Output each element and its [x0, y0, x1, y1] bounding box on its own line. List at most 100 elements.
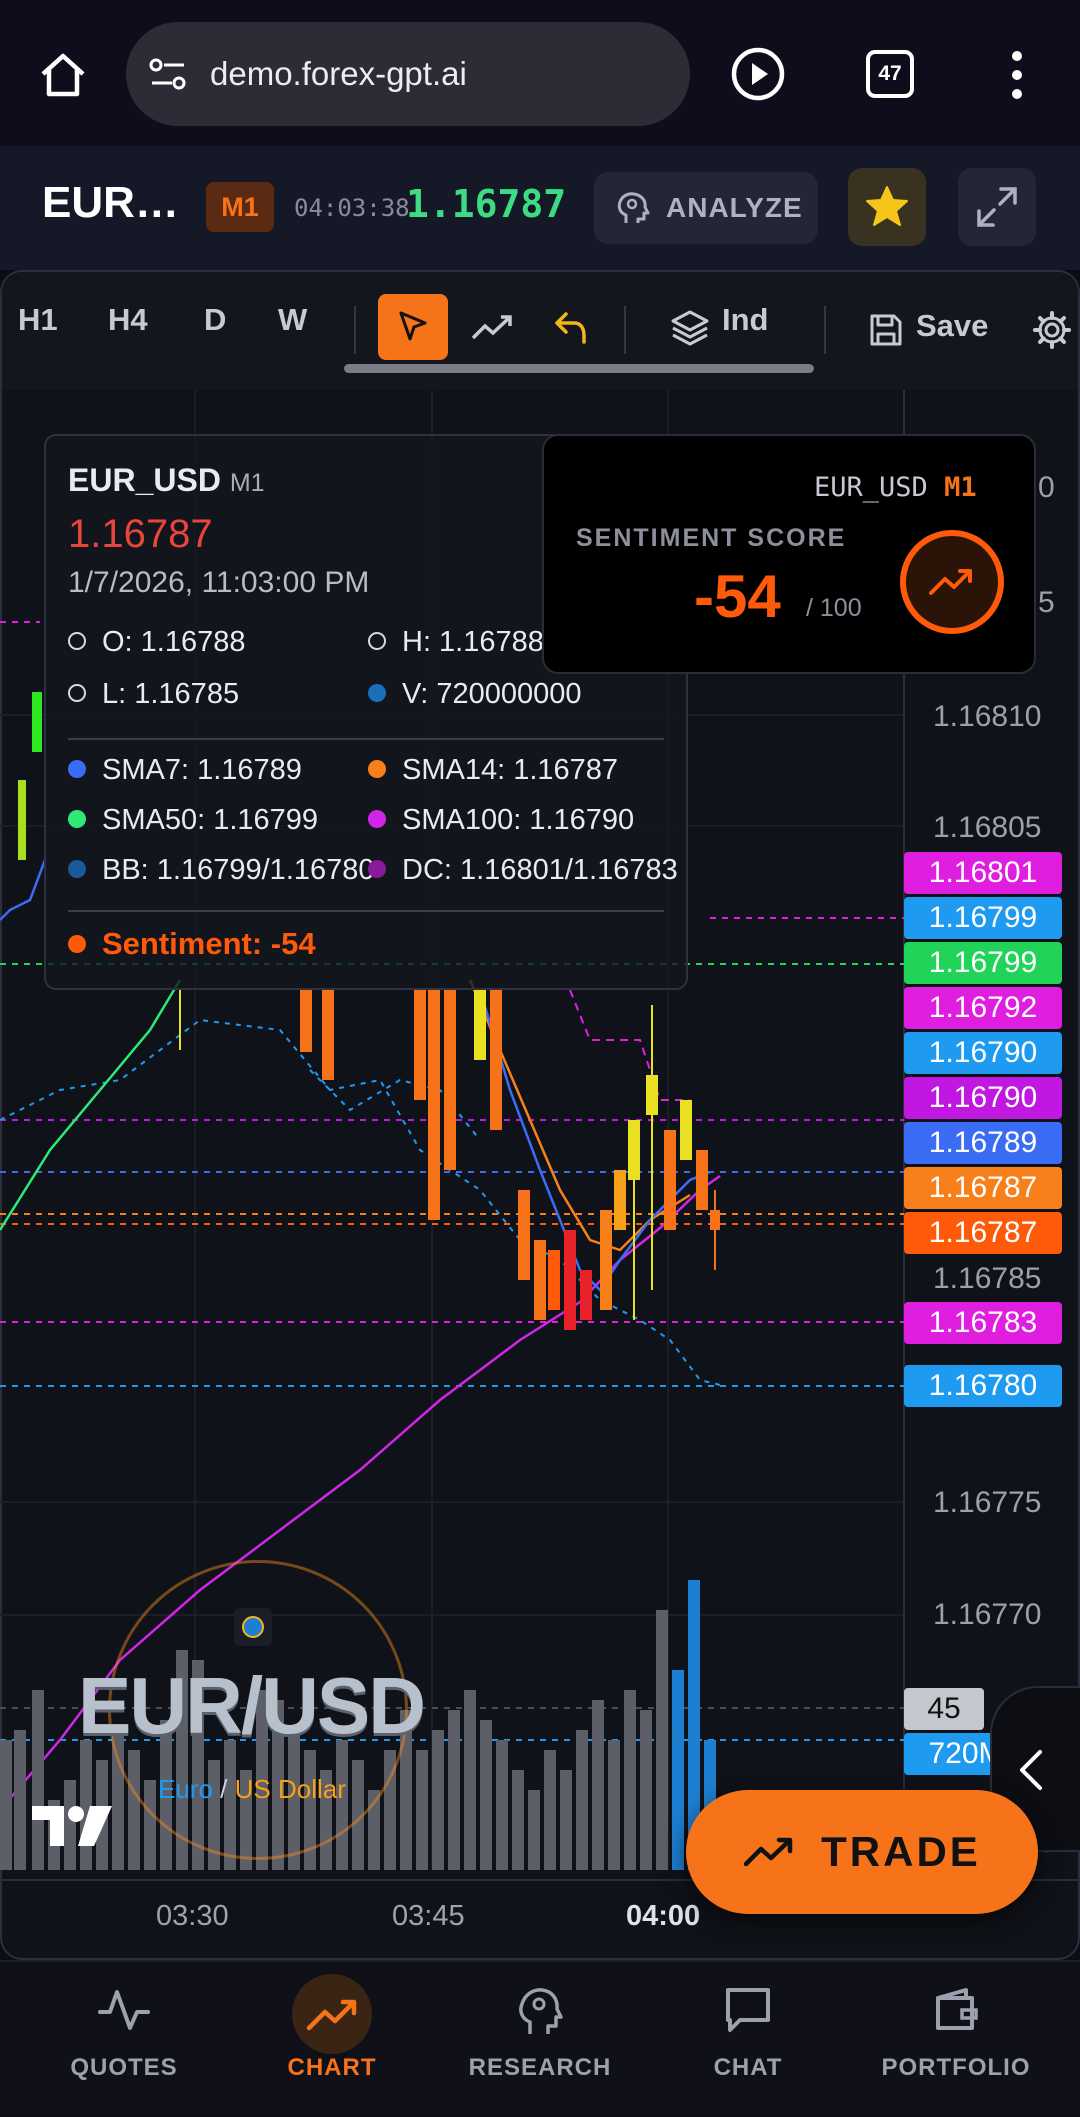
- candle: [580, 1270, 592, 1320]
- fullscreen-button[interactable]: [958, 168, 1036, 246]
- home-icon[interactable]: [38, 50, 88, 100]
- nav-research[interactable]: RESEARCH: [440, 1962, 640, 2117]
- candle: [32, 692, 42, 752]
- trade-label: TRADE: [821, 1828, 981, 1875]
- price-axis-label: 1.16775: [933, 1486, 1042, 1519]
- legend-datetime: 1/7/2026, 11:03:00 PM: [68, 566, 370, 599]
- trend-up-icon: [306, 1999, 357, 2031]
- globe-icon: [234, 1608, 272, 1646]
- legend-price: 1.16787: [68, 512, 213, 556]
- sentiment-scale: / 100: [806, 594, 862, 622]
- star-icon: [866, 186, 908, 226]
- current-price: 1.16787: [406, 182, 567, 226]
- layers-icon[interactable]: [670, 308, 710, 348]
- trend-up-icon: [743, 1837, 793, 1867]
- candle: [300, 990, 312, 1052]
- price-tag-current: 1.16787: [904, 1212, 1062, 1254]
- favorite-button[interactable]: [848, 168, 926, 246]
- save-icon[interactable]: [868, 312, 904, 348]
- price-axis-label: 1.16785: [933, 1262, 1042, 1295]
- candle: [600, 1210, 612, 1310]
- tradingview-logo-icon: [32, 1806, 112, 1846]
- chat-bubble-icon: [726, 1988, 770, 2032]
- price-tag-sma50: 1.16799: [904, 942, 1062, 984]
- brain-icon: [617, 192, 650, 223]
- legend-symbol: EUR_USD M1: [68, 462, 265, 498]
- candle: [490, 990, 502, 1130]
- tab-count-button[interactable]: 47: [866, 50, 914, 98]
- cursor-icon: [399, 311, 427, 341]
- trade-button[interactable]: TRADE: [686, 1790, 1038, 1914]
- candle: [696, 1150, 708, 1210]
- nav-label: RESEARCH: [468, 2054, 612, 2081]
- price-axis-label: 1.16810: [933, 700, 1042, 733]
- legend-sma50: SMA50: 1.16799: [68, 804, 318, 837]
- candle: [428, 990, 440, 1220]
- price-tag-sma7: 1.16789: [904, 1122, 1062, 1164]
- price-axis-label: 1.16805: [933, 811, 1042, 844]
- nav-portfolio[interactable]: PORTFOLIO: [856, 1962, 1056, 2117]
- legend-bb: BB: 1.16799/1.16780: [68, 854, 375, 887]
- price-tag-bb-upper: 1.16799: [904, 897, 1062, 939]
- legend-sma14: SMA14: 1.16787: [368, 754, 618, 787]
- candle: [518, 1190, 530, 1280]
- dc-channel: [569, 989, 690, 1101]
- price-tag-sma100: 1.16790: [904, 1077, 1062, 1119]
- bb-channel: [0, 1018, 721, 1386]
- toolbar-divider: [354, 306, 356, 354]
- undo-icon[interactable]: [552, 306, 588, 350]
- timeframe-w[interactable]: W: [278, 302, 307, 338]
- price-axis-label: 1.16770: [933, 1598, 1042, 1631]
- price-tag-bb-lower: 1.16780: [904, 1365, 1062, 1407]
- pair-title[interactable]: EUR…: [42, 178, 179, 228]
- wallet-icon: [936, 1988, 978, 2030]
- indicators-button[interactable]: Ind: [722, 302, 769, 338]
- logo-pair-text: EUR/USD: [78, 1661, 426, 1750]
- legend-divider: [68, 910, 664, 912]
- sentiment-score: -54: [694, 563, 781, 630]
- analyze-button[interactable]: ANALYZE: [594, 172, 818, 244]
- volume-count-tag: 45: [904, 1688, 984, 1730]
- timeframe-d[interactable]: D: [204, 302, 226, 338]
- legend-open: O: 1.16788: [68, 626, 246, 659]
- legend-sma100: SMA100: 1.16790: [368, 804, 634, 837]
- legend-sma7: SMA7: 1.16789: [68, 754, 302, 787]
- save-button[interactable]: Save: [916, 308, 988, 344]
- candle: [534, 1240, 546, 1320]
- clock: 04:03:38: [294, 194, 410, 222]
- candle: [614, 1170, 626, 1230]
- nav-quotes[interactable]: QUOTES: [24, 1962, 224, 2117]
- nav-chat[interactable]: CHAT: [648, 1962, 848, 2117]
- candle: [564, 1230, 576, 1330]
- site-settings-icon[interactable]: [148, 56, 188, 92]
- tab-count: 47: [878, 62, 902, 85]
- nav-chart[interactable]: CHART: [232, 1962, 432, 2117]
- legend-volume: V: 720000000: [368, 678, 582, 711]
- time-axis-label: 03:45: [392, 1900, 465, 1932]
- url-bar[interactable]: demo.forex-gpt.ai: [126, 22, 690, 126]
- cursor-tool-button[interactable]: [378, 294, 448, 360]
- trendline-icon[interactable]: [470, 308, 514, 348]
- play-icon[interactable]: [730, 46, 786, 102]
- price-tag-bb-mid: 1.16790: [904, 1032, 1062, 1074]
- candle: [322, 990, 334, 1080]
- nav-label: PORTFOLIO: [881, 2054, 1031, 2081]
- timeframe-badge[interactable]: M1: [206, 182, 274, 232]
- time-axis-label-current: 04:00: [626, 1900, 701, 1932]
- brain-icon: [519, 1988, 563, 2034]
- chart-toolbar: H1 H4 D W Ind Save: [2, 272, 1078, 390]
- pulse-icon: [98, 1990, 150, 2030]
- more-options-icon[interactable]: [1000, 50, 1034, 100]
- sentiment-card[interactable]: EUR_USD M1 SENTIMENT SCORE -54 / 100: [542, 434, 1036, 674]
- toolbar-scrollbar[interactable]: [344, 364, 814, 373]
- toolbar-divider: [624, 306, 626, 354]
- sma50-line: [0, 979, 182, 1231]
- settings-gear-icon[interactable]: [1032, 310, 1072, 350]
- legend-divider: [68, 738, 664, 740]
- nav-label: QUOTES: [70, 2054, 178, 2081]
- url-text: demo.forex-gpt.ai: [210, 55, 467, 92]
- price-tag-dc-mid: 1.16792: [904, 987, 1062, 1029]
- timeframe-h1[interactable]: H1: [18, 302, 58, 338]
- candle: [680, 1100, 692, 1160]
- timeframe-h4[interactable]: H4: [108, 302, 148, 338]
